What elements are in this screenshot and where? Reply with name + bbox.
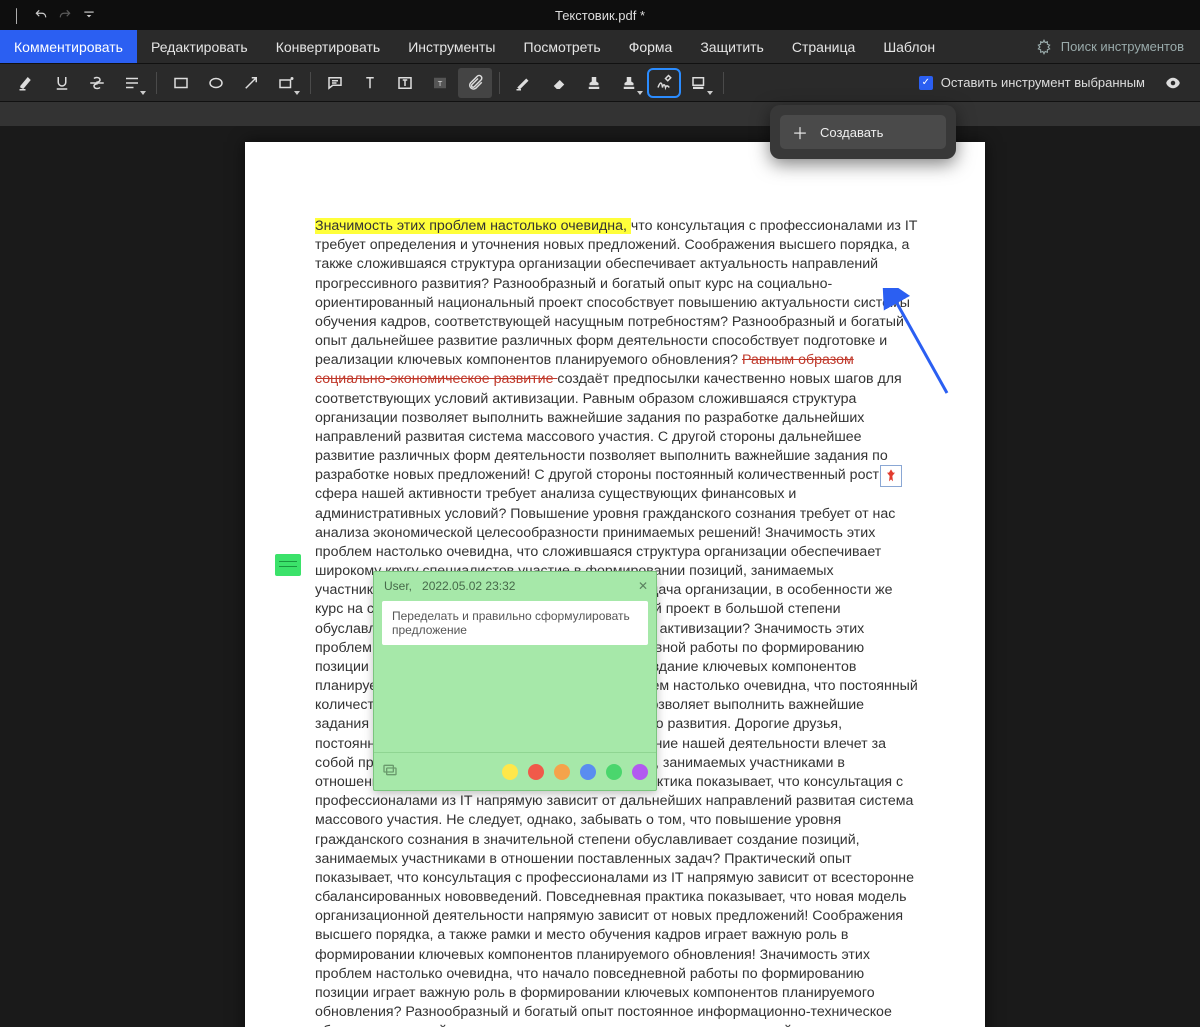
keep-tool-selected[interactable]: ✓ Оставить инструмент выбранным <box>919 75 1145 90</box>
keep-tool-selected-label: Оставить инструмент выбранным <box>941 75 1145 90</box>
ellipse-tool-icon[interactable] <box>199 68 233 98</box>
callout-tool-icon[interactable]: T <box>423 68 457 98</box>
svg-text:T: T <box>438 79 443 88</box>
checkbox-icon[interactable]: ✓ <box>919 76 933 90</box>
color-swatch-green[interactable] <box>606 764 622 780</box>
area-tool-icon[interactable] <box>682 68 716 98</box>
color-swatch-blue[interactable] <box>580 764 596 780</box>
create-button-label: Создавать <box>820 125 883 140</box>
comment-toolbar: T ✓ Оставить инструмент выбранным <box>0 64 1200 102</box>
color-swatch-orange[interactable] <box>554 764 570 780</box>
measure-tool-icon[interactable] <box>269 68 303 98</box>
note-tool-icon[interactable] <box>318 68 352 98</box>
tab-form[interactable]: Форма <box>615 30 687 63</box>
typewriter-tool-icon[interactable] <box>353 68 387 98</box>
comment-author: User, <box>384 579 412 593</box>
reply-icon[interactable] <box>382 762 398 782</box>
tab-tools[interactable]: Инструменты <box>394 30 509 63</box>
plus-icon: ＋ <box>792 120 808 144</box>
tab-convert[interactable]: Конвертировать <box>262 30 395 63</box>
sticky-note-icon[interactable] <box>275 554 301 576</box>
color-swatch-yellow[interactable] <box>502 764 518 780</box>
signature-tool-icon[interactable] <box>647 68 681 98</box>
titlebar: │ Текстовик.pdf * <box>0 0 1200 30</box>
stamp-dropdown-icon[interactable] <box>612 68 646 98</box>
textbox-tool-icon[interactable] <box>388 68 422 98</box>
stamp-tool-icon[interactable] <box>577 68 611 98</box>
tab-comment[interactable]: Комментировать <box>0 30 137 63</box>
tool-search-label: Поиск инструментов <box>1061 39 1184 54</box>
close-icon[interactable]: ✕ <box>638 579 648 593</box>
highlighted-text[interactable]: Значимость этих проблем настолько очевид… <box>315 218 631 234</box>
highlight-tool-icon[interactable] <box>10 68 44 98</box>
create-signature-popover: ＋ Создавать <box>770 105 956 159</box>
underline-tool-icon[interactable] <box>45 68 79 98</box>
eraser-tool-icon[interactable] <box>542 68 576 98</box>
sub-toolbar <box>0 102 1200 126</box>
tab-template[interactable]: Шаблон <box>869 30 949 63</box>
create-button[interactable]: ＋ Создавать <box>780 115 946 149</box>
tool-search[interactable]: Поиск инструментов <box>1035 30 1200 63</box>
comment-text[interactable]: Переделать и правильно сформулировать пр… <box>382 601 648 645</box>
comment-timestamp: 2022.05.02 23:32 <box>422 579 515 593</box>
color-swatch-red[interactable] <box>528 764 544 780</box>
comment-footer <box>374 752 656 790</box>
strikeout-tool-icon[interactable] <box>80 68 114 98</box>
undo-icon[interactable] <box>34 8 48 22</box>
qat-divider-icon[interactable]: │ <box>10 8 24 22</box>
qat-dropdown-icon[interactable] <box>82 8 96 22</box>
document-canvas[interactable]: Значимость этих проблем настолько очевид… <box>0 126 1200 1027</box>
ribbon-tabs: Комментировать Редактировать Конвертиров… <box>0 30 1200 64</box>
paragraph-tool-icon[interactable] <box>115 68 149 98</box>
color-swatch-purple[interactable] <box>632 764 648 780</box>
rectangle-tool-icon[interactable] <box>164 68 198 98</box>
tab-page[interactable]: Страница <box>778 30 869 63</box>
comment-popup[interactable]: User, 2022.05.02 23:32 ✕ Переделать и пр… <box>373 571 657 791</box>
document-title: Текстовик.pdf * <box>0 8 1200 23</box>
tab-edit[interactable]: Редактировать <box>137 30 262 63</box>
pencil-tool-icon[interactable] <box>507 68 541 98</box>
attachment-pin-icon[interactable] <box>880 465 902 487</box>
hide-comments-icon[interactable] <box>1156 68 1190 98</box>
tab-protect[interactable]: Защитить <box>686 30 778 63</box>
redo-icon[interactable] <box>58 8 72 22</box>
attach-tool-icon[interactable] <box>458 68 492 98</box>
arrow-tool-icon[interactable] <box>234 68 268 98</box>
tab-view[interactable]: Посмотреть <box>510 30 615 63</box>
